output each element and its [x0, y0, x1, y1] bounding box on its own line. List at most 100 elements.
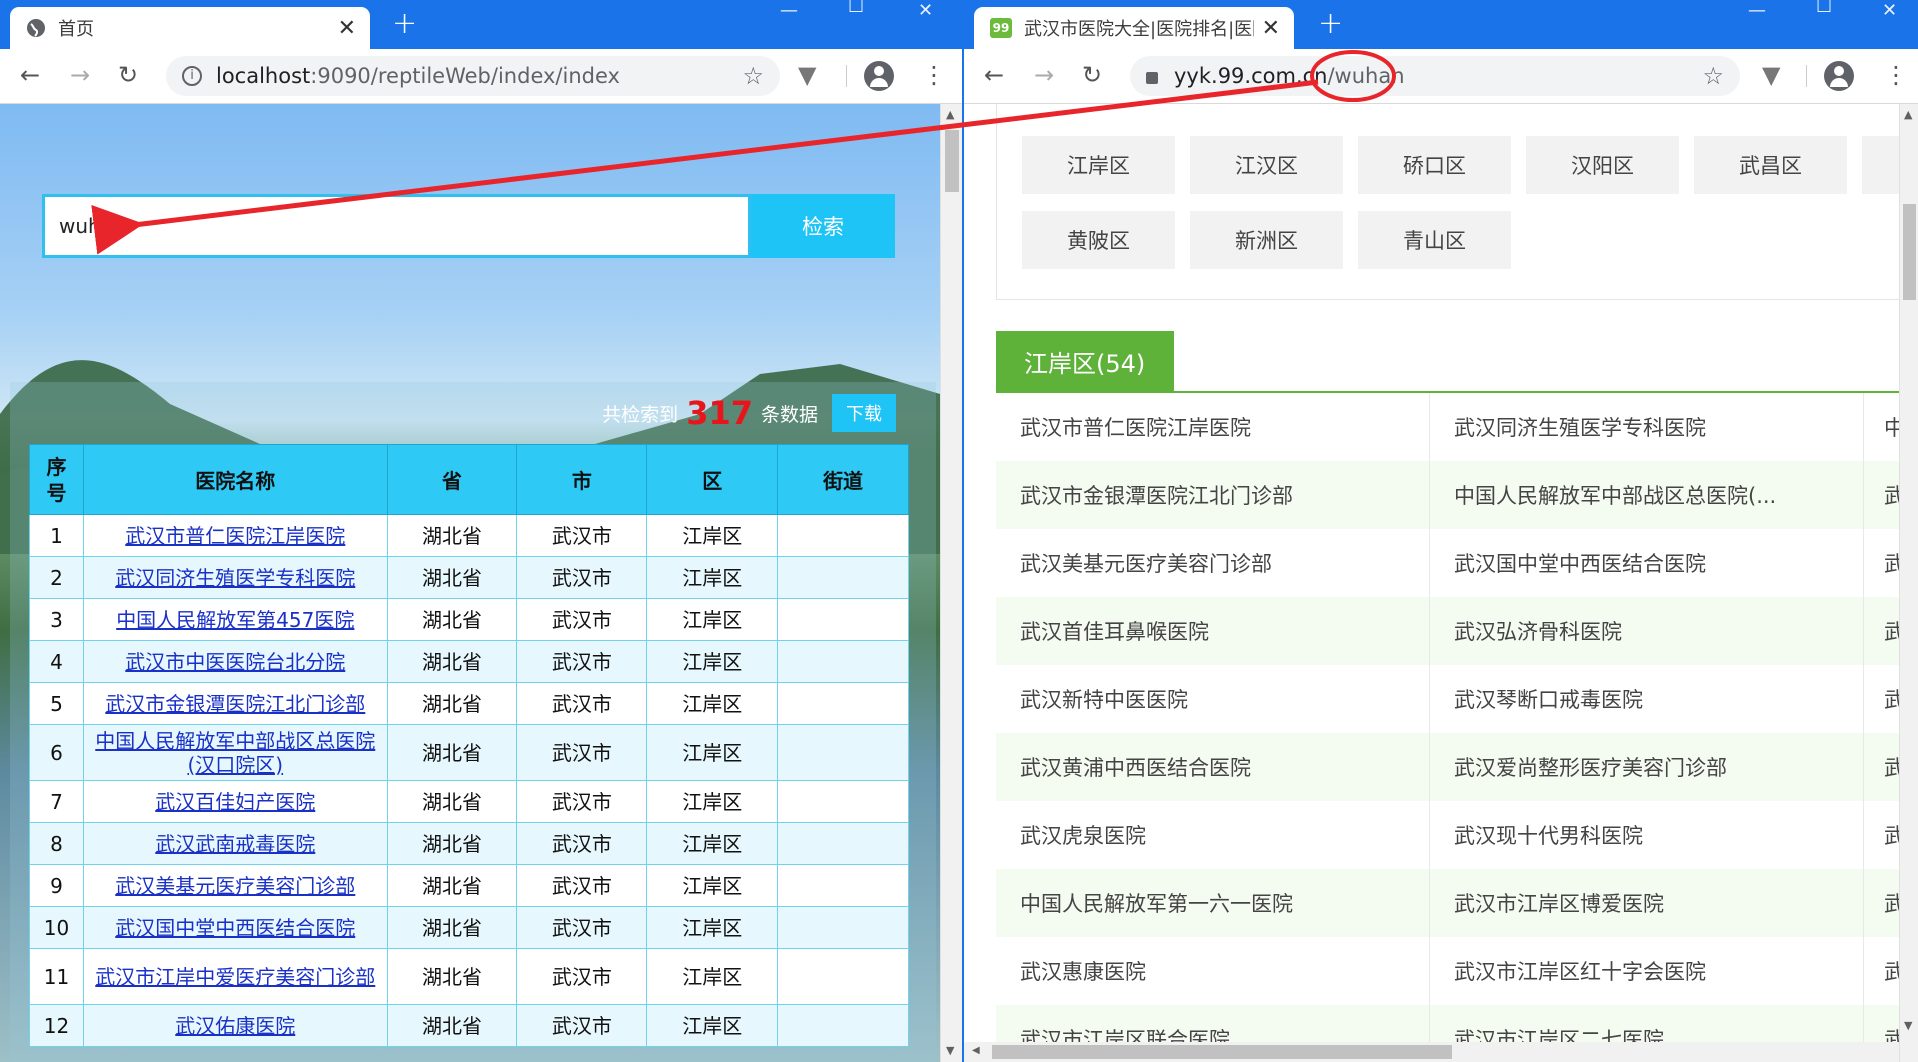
- right-horizontal-scrollbar[interactable]: ◀: [964, 1042, 1899, 1062]
- hospital-link[interactable]: 武: [1864, 597, 1899, 665]
- scroll-up-icon[interactable]: ▲: [1904, 108, 1912, 121]
- hospital-link[interactable]: 武: [1864, 529, 1899, 597]
- close-window-icon[interactable]: ✕: [918, 0, 933, 21]
- maximize-icon[interactable]: ☐: [848, 0, 864, 17]
- right-scroll-thumb[interactable]: [1903, 204, 1916, 300]
- hospital-link[interactable]: 武: [1864, 733, 1899, 801]
- table-cell: 1: [29, 514, 84, 557]
- left-address-bar[interactable]: i localhost:9090/reptileWeb/index/index …: [166, 56, 780, 96]
- new-tab-button[interactable]: +: [1318, 8, 1343, 40]
- scroll-down-icon[interactable]: ▼: [1904, 1019, 1912, 1032]
- toolbar-divider: [1806, 65, 1807, 87]
- district-item[interactable]: 黄陂区: [1022, 211, 1175, 269]
- district-item-clipped[interactable]: [1862, 136, 1899, 194]
- hospital-link[interactable]: 武汉市普仁医院江岸医院: [996, 393, 1430, 461]
- info-icon[interactable]: i: [182, 66, 202, 86]
- reload-icon[interactable]: ↻: [1082, 61, 1102, 89]
- hospital-link[interactable]: 武汉同济生殖医学专科医院: [1430, 393, 1864, 461]
- section-tab-jiangan[interactable]: 江岸区(54): [996, 331, 1174, 391]
- hospital-link[interactable]: 武汉市金银潭医院江北门诊部: [996, 461, 1430, 529]
- table-cell: 湖北省: [386, 556, 518, 599]
- hospital-link[interactable]: 武汉国中堂中西医结合医院: [115, 916, 355, 940]
- close-tab-icon[interactable]: ✕: [338, 16, 356, 41]
- extension-icon[interactable]: ▼: [1762, 61, 1780, 89]
- star-icon[interactable]: ☆: [742, 62, 764, 90]
- district-item[interactable]: 武昌区: [1694, 136, 1847, 194]
- district-item[interactable]: 新洲区: [1190, 211, 1343, 269]
- forward-icon[interactable]: →: [1034, 61, 1054, 89]
- maximize-icon[interactable]: ☐: [1816, 0, 1832, 17]
- search-input[interactable]: wuhan: [42, 194, 751, 258]
- left-vertical-scrollbar[interactable]: ▲ ▼: [940, 104, 962, 1062]
- hospital-link[interactable]: 武汉美基元医疗美容门诊部: [996, 529, 1430, 597]
- hospital-link[interactable]: 武汉新特中医医院: [996, 665, 1430, 733]
- district-item[interactable]: 汉阳区: [1526, 136, 1679, 194]
- district-item[interactable]: 江汉区: [1190, 136, 1343, 194]
- hospital-link[interactable]: 武汉首佳耳鼻喉医院: [996, 597, 1430, 665]
- table-cell: 武汉同济生殖医学专科医院: [82, 556, 388, 599]
- right-hscroll-thumb[interactable]: [992, 1045, 1452, 1059]
- extension-icon[interactable]: ▼: [798, 61, 816, 89]
- download-button[interactable]: 下载: [832, 394, 896, 432]
- right-active-tab[interactable]: 99 武汉市医院大全|医院排名|医院等 ✕: [974, 7, 1294, 49]
- hospital-link[interactable]: 武汉同济生殖医学专科医院: [115, 566, 355, 590]
- district-item[interactable]: 江岸区: [1022, 136, 1175, 194]
- hospital-link[interactable]: 武汉佑康医院: [175, 1014, 295, 1038]
- hospital-link[interactable]: 中国人民解放军中部战区总医院(汉口院区): [95, 729, 375, 777]
- hospital-link[interactable]: 武汉市中医医院台北分院: [125, 650, 345, 674]
- minimize-icon[interactable]: —: [1748, 0, 1766, 21]
- hospital-link[interactable]: 武汉市金银潭医院江北门诊部: [105, 692, 365, 716]
- hospital-link[interactable]: 武: [1864, 937, 1899, 1005]
- minimize-icon[interactable]: —: [780, 0, 798, 21]
- forward-icon[interactable]: →: [70, 61, 90, 89]
- hospital-link[interactable]: 武汉市江岸区红十字会医院: [1430, 937, 1864, 1005]
- left-scroll-thumb[interactable]: [945, 130, 959, 192]
- reload-icon[interactable]: ↻: [118, 61, 138, 89]
- right-address-bar[interactable]: yyk.99.com.cn/wuhan ☆: [1130, 56, 1740, 96]
- back-icon[interactable]: ←: [984, 61, 1004, 89]
- back-icon[interactable]: ←: [20, 61, 40, 89]
- star-icon[interactable]: ☆: [1702, 62, 1724, 90]
- hospital-link[interactable]: 武汉国中堂中西医结合医院: [1430, 529, 1864, 597]
- table-row: 2 武汉同济生殖医学专科医院 湖北省 武汉市 江岸区: [29, 556, 909, 599]
- search-button[interactable]: 检索: [751, 194, 895, 258]
- hospital-link[interactable]: 武汉市江岸中爱医疗美容门诊部: [95, 965, 375, 989]
- profile-avatar[interactable]: [864, 61, 894, 91]
- profile-avatar[interactable]: [1824, 61, 1854, 91]
- hospital-link[interactable]: 武汉黄浦中西医结合医院: [996, 733, 1430, 801]
- scroll-down-icon[interactable]: ▼: [946, 1044, 954, 1057]
- hospital-link[interactable]: 中国人民解放军中部战区总医院(...: [1430, 461, 1864, 529]
- scroll-left-icon[interactable]: ◀: [972, 1045, 980, 1056]
- hospital-link[interactable]: 武汉弘济骨科医院: [1430, 597, 1864, 665]
- hospital-link[interactable]: 武: [1864, 461, 1899, 529]
- menu-icon[interactable]: ⋮: [1884, 61, 1908, 89]
- table-cell: 武汉市: [516, 864, 648, 907]
- close-tab-icon[interactable]: ✕: [1262, 16, 1280, 41]
- hospital-link[interactable]: 武: [1864, 869, 1899, 937]
- hospital-link[interactable]: 武汉现十代男科医院: [1430, 801, 1864, 869]
- hospital-link[interactable]: 武汉惠康医院: [996, 937, 1430, 1005]
- hospital-link[interactable]: 武汉市江岸区博爱医院: [1430, 869, 1864, 937]
- table-cell: 武汉市金银潭医院江北门诊部: [82, 682, 388, 725]
- hospital-link[interactable]: 中: [1864, 393, 1899, 461]
- hospital-link[interactable]: 武: [1864, 801, 1899, 869]
- hospital-link[interactable]: 武汉市普仁医院江岸医院: [125, 524, 345, 548]
- district-item[interactable]: 青山区: [1358, 211, 1511, 269]
- hospital-link[interactable]: 武: [1864, 665, 1899, 733]
- right-vertical-scrollbar[interactable]: ▲ ▼: [1899, 104, 1918, 1062]
- hospital-link[interactable]: 武汉美基元医疗美容门诊部: [115, 874, 355, 898]
- hospital-link[interactable]: 武汉琴断口戒毒医院: [1430, 665, 1864, 733]
- table-cell: 2: [29, 556, 84, 599]
- hospital-link[interactable]: 武汉百佳妇产医院: [155, 790, 315, 814]
- menu-icon[interactable]: ⋮: [922, 61, 946, 89]
- hospital-link[interactable]: 武汉爱尚整形医疗美容门诊部: [1430, 733, 1864, 801]
- new-tab-button[interactable]: +: [392, 8, 417, 40]
- close-window-icon[interactable]: ✕: [1882, 0, 1897, 21]
- district-item[interactable]: 硚口区: [1358, 136, 1511, 194]
- scroll-up-icon[interactable]: ▲: [946, 108, 954, 121]
- hospital-link[interactable]: 中国人民解放军第一六一医院: [996, 869, 1430, 937]
- left-active-tab[interactable]: 首页 ✕: [10, 7, 370, 49]
- hospital-link[interactable]: 武汉虎泉医院: [996, 801, 1430, 869]
- hospital-link[interactable]: 武汉武南戒毒医院: [155, 832, 315, 856]
- hospital-link[interactable]: 中国人民解放军第457医院: [116, 608, 354, 632]
